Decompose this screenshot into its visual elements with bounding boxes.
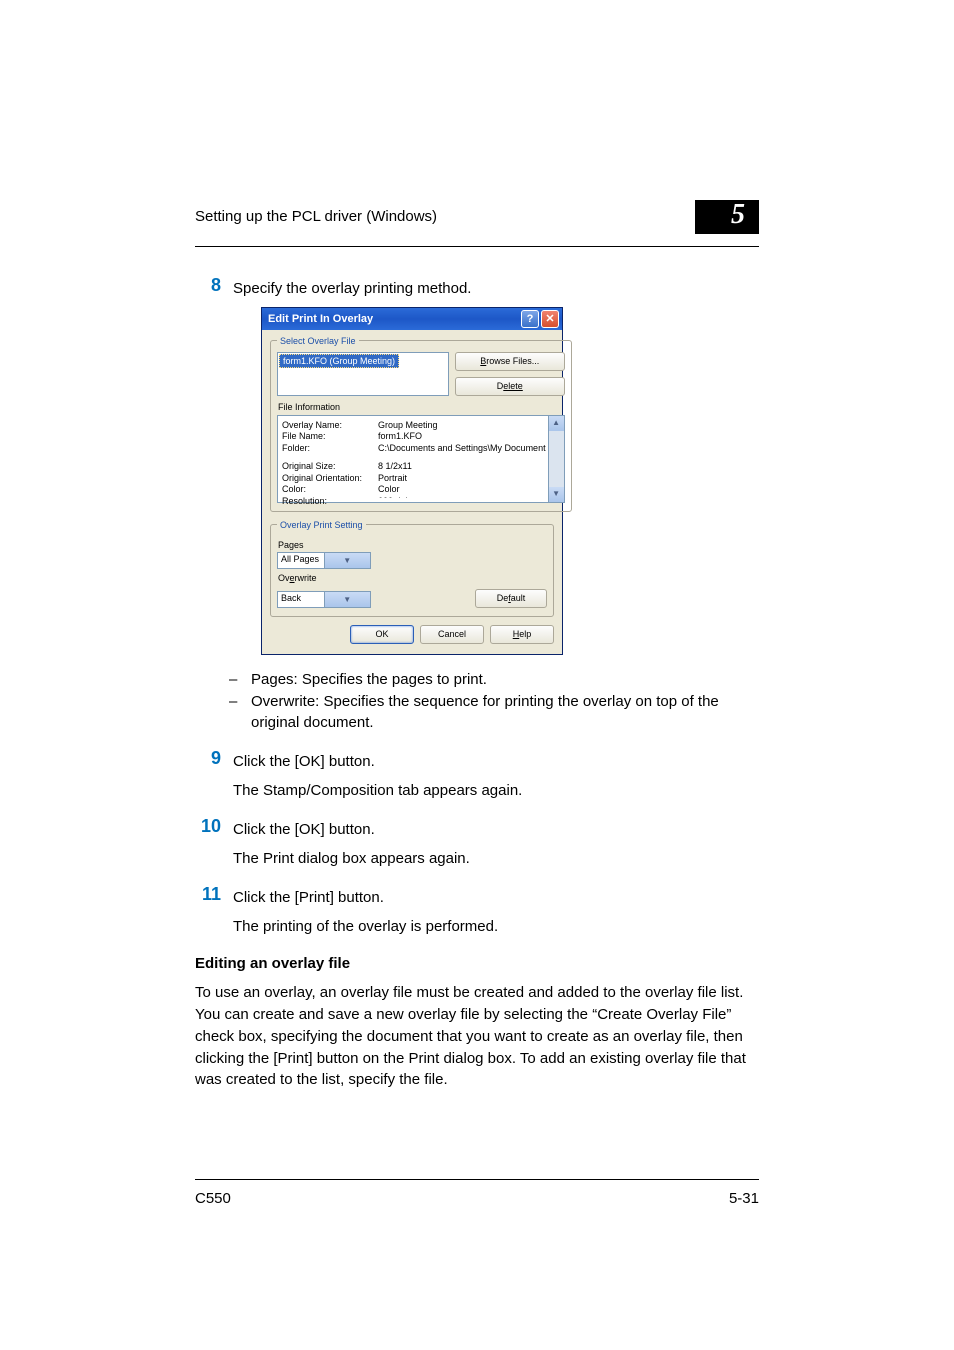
- ok-button[interactable]: OK: [350, 625, 414, 644]
- step-number-9: 9: [195, 748, 233, 769]
- overwrite-combobox[interactable]: Back ▼: [277, 591, 371, 608]
- footer-rule: [195, 1179, 759, 1180]
- section-heading: Editing an overlay file: [195, 955, 759, 972]
- info-label: Folder:: [282, 443, 370, 455]
- step-text-11: Click the [Print] button.: [233, 884, 759, 908]
- info-label: Original Orientation:: [282, 473, 370, 485]
- pages-value: All Pages: [278, 553, 324, 568]
- scroll-down-icon[interactable]: ▼: [549, 487, 564, 502]
- info-label: Original Size:: [282, 461, 370, 473]
- footer-page-number: 5-31: [729, 1190, 759, 1207]
- overlay-print-setting-legend: Overlay Print Setting: [277, 520, 366, 530]
- step-number-11: 11: [195, 884, 233, 905]
- scroll-up-icon[interactable]: ▲: [549, 416, 564, 431]
- info-label: Color:: [282, 484, 370, 496]
- step-11-after: The printing of the overlay is performed…: [233, 916, 759, 938]
- bullet-item: Pages: Specifies the pages to print.: [251, 669, 487, 691]
- bullet-item: Overwrite: Specifies the sequence for pr…: [251, 691, 759, 735]
- pages-label: Pages: [278, 540, 547, 550]
- select-overlay-file-group: Select Overlay File form1.KFO (Group Mee…: [270, 336, 572, 512]
- overlay-file-selected-item[interactable]: form1.KFO (Group Meeting): [279, 354, 399, 368]
- info-value: Group Meeting: [378, 420, 546, 432]
- section-paragraph: To use an overlay, an overlay file must …: [195, 982, 759, 1091]
- delete-button[interactable]: Delete: [455, 377, 565, 396]
- running-header: Setting up the PCL driver (Windows): [195, 208, 437, 225]
- help-button[interactable]: Help: [490, 625, 554, 644]
- info-value: Portrait: [378, 473, 546, 485]
- chevron-down-icon[interactable]: ▼: [324, 553, 371, 568]
- browse-files-button[interactable]: Browse Files...: [455, 352, 565, 371]
- step-number-10: 10: [195, 816, 233, 837]
- info-value: Color: [378, 484, 546, 496]
- step-text-8: Specify the overlay printing method.: [233, 275, 759, 299]
- dialog-titlebar: Edit Print In Overlay ? ✕: [262, 308, 562, 330]
- info-value: 600 dpi: [378, 496, 546, 498]
- info-value: C:\Documents and Settings\My Document: [378, 443, 546, 455]
- close-icon[interactable]: ✕: [541, 310, 559, 328]
- bullet-list: –Pages: Specifies the pages to print. –O…: [229, 669, 759, 734]
- dialog-title: Edit Print In Overlay: [268, 313, 519, 325]
- overwrite-value: Back: [278, 592, 324, 607]
- file-information-box: Overlay Name: File Name: Folder: Origina…: [277, 415, 565, 503]
- footer-model: C550: [195, 1190, 231, 1207]
- cancel-button[interactable]: Cancel: [420, 625, 484, 644]
- step-number-8: 8: [195, 275, 233, 296]
- overlay-print-setting-group: Overlay Print Setting Pages All Pages ▼ …: [270, 520, 554, 617]
- pages-combobox[interactable]: All Pages ▼: [277, 552, 371, 569]
- info-label: Overlay Name:: [282, 420, 370, 432]
- info-label: File Name:: [282, 431, 370, 443]
- default-button[interactable]: Default: [475, 589, 547, 608]
- info-scrollbar[interactable]: ▲ ▼: [548, 416, 564, 502]
- step-text-10: Click the [OK] button.: [233, 816, 759, 840]
- step-text-9: Click the [OK] button.: [233, 748, 759, 772]
- overwrite-label: Overwrite: [278, 573, 547, 583]
- chapter-number-badge: 5: [695, 200, 759, 234]
- overlay-file-list[interactable]: form1.KFO (Group Meeting): [277, 352, 449, 396]
- chevron-down-icon[interactable]: ▼: [324, 592, 371, 607]
- help-icon[interactable]: ?: [521, 310, 539, 328]
- step-10-after: The Print dialog box appears again.: [233, 848, 759, 870]
- select-overlay-file-legend: Select Overlay File: [277, 336, 359, 346]
- info-value: form1.KFO: [378, 431, 546, 443]
- info-label: Resolution:: [282, 496, 370, 508]
- info-value: 8 1/2x11: [378, 461, 546, 473]
- step-9-after: The Stamp/Composition tab appears again.: [233, 780, 759, 802]
- edit-print-in-overlay-dialog: Edit Print In Overlay ? ✕ Select Overlay…: [261, 307, 563, 655]
- header-rule: [195, 246, 759, 247]
- file-information-label: File Information: [278, 402, 565, 412]
